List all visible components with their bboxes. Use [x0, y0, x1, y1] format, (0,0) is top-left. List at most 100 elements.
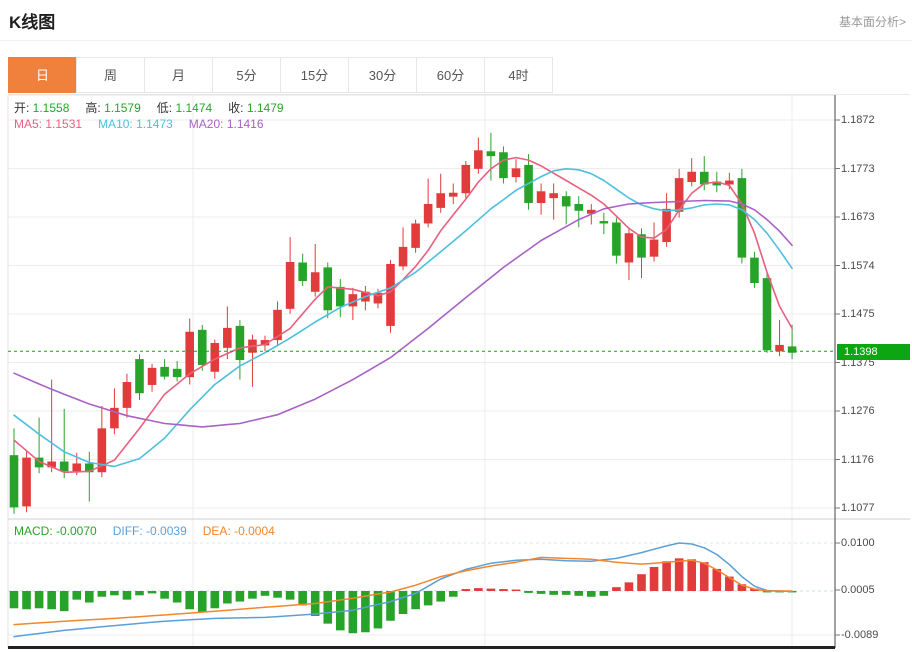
candle-up — [22, 458, 31, 507]
candle-down — [298, 263, 307, 282]
macd-bar-positive — [499, 589, 508, 591]
macd-bar-negative — [98, 591, 107, 597]
macd-bar-positive — [474, 588, 483, 591]
ohlc-row-item-3: 收: 1.1479 — [228, 101, 283, 115]
macd-bar-negative — [399, 591, 408, 614]
macd-bar-positive — [675, 558, 684, 591]
axis-label: -0.0089 — [841, 628, 909, 642]
macd-bar-negative — [261, 591, 270, 596]
candle-up — [286, 262, 295, 309]
macd-bar-negative — [185, 591, 194, 609]
ma-row-item-0: MA5: 1.1531 — [14, 117, 82, 131]
candle-up — [185, 332, 194, 377]
candle-up — [223, 328, 232, 348]
candle-up — [411, 223, 420, 247]
axis-label: 1.1276 — [841, 404, 909, 418]
macd-bar-negative — [248, 591, 257, 599]
candle-up — [72, 463, 81, 471]
ohlc-row-item-0: 开: 1.1558 — [14, 101, 69, 115]
macd-bar-negative — [60, 591, 69, 611]
ohlc-row-item-1: 高: 1.1579 — [85, 101, 140, 115]
macd-bar-negative — [198, 591, 207, 612]
macd-bar-positive — [487, 589, 496, 591]
candle-down — [487, 151, 496, 156]
macd-bar-positive — [687, 559, 696, 591]
macd-bar-positive — [650, 567, 659, 591]
candle-up — [687, 172, 696, 182]
axis-label: 1.1077 — [841, 501, 909, 515]
macd-bar-negative — [123, 591, 132, 600]
candle-up — [449, 193, 458, 197]
macd-bar-positive — [612, 587, 621, 591]
candle-down — [60, 462, 69, 472]
macd-bar-negative — [22, 591, 31, 609]
ma-row-item-2: MA20: 1.1416 — [189, 117, 264, 131]
candle-down — [336, 287, 345, 307]
ma10-line — [14, 169, 792, 467]
macd-bar-negative — [72, 591, 81, 600]
candle-down — [750, 258, 759, 283]
macd-bar-negative — [148, 591, 157, 593]
macd-bar-negative — [85, 591, 94, 603]
candle-up — [462, 165, 471, 193]
candle-down — [788, 346, 797, 352]
axis-label: 0.0005 — [841, 583, 909, 597]
candle-up — [123, 382, 132, 408]
macd-bar-negative — [436, 591, 445, 602]
candle-down — [574, 204, 583, 211]
candle-up — [474, 150, 483, 169]
axis-label: 1.1475 — [841, 307, 909, 321]
axis-label: 1.1872 — [841, 113, 909, 127]
macd-legend: MACD: -0.0070 DIFF: -0.0039 DEA: -0.0004 — [14, 524, 291, 538]
macd-row-item-1: DIFF: -0.0039 — [113, 524, 187, 538]
candle-down — [600, 221, 609, 223]
macd-bar-negative — [10, 591, 19, 608]
candle-down — [499, 152, 508, 178]
candle-up — [512, 168, 521, 177]
ma-legend: MA5: 1.1531 MA10: 1.1473 MA20: 1.1416 — [14, 117, 280, 131]
macd-bar-positive — [512, 590, 521, 591]
axis-label: 1.1574 — [841, 259, 909, 273]
macd-bar-negative — [524, 591, 533, 593]
macd-bar-positive — [700, 562, 709, 591]
axis-label: 1.1773 — [841, 162, 909, 176]
macd-bar-negative — [600, 591, 609, 596]
macd-bar-negative — [298, 591, 307, 605]
axis-label: 0.0100 — [841, 536, 909, 550]
axis-label: 1.1673 — [841, 210, 909, 224]
macd-bar-negative — [587, 591, 596, 597]
macd-row-item-2: DEA: -0.0004 — [203, 524, 275, 538]
macd-bar-positive — [637, 574, 646, 591]
macd-bar-negative — [236, 591, 245, 602]
macd-bar-negative — [160, 591, 169, 599]
candle-up — [775, 345, 784, 351]
kline-chart[interactable] — [0, 0, 912, 652]
macd-bar-negative — [173, 591, 182, 603]
candle-down — [198, 330, 207, 365]
candle-up — [386, 264, 395, 326]
candle-down — [160, 367, 169, 377]
candle-down — [236, 326, 245, 360]
macd-bar-negative — [374, 591, 383, 628]
macd-bar-negative — [110, 591, 119, 595]
ohlc-row-item-2: 低: 1.1474 — [157, 101, 212, 115]
candle-down — [173, 369, 182, 377]
macd-bar-positive — [625, 582, 634, 591]
candle-up — [650, 240, 659, 257]
macd-bar-negative — [286, 591, 295, 600]
ma-row-item-1: MA10: 1.1473 — [98, 117, 173, 131]
candle-down — [135, 359, 144, 393]
candle-down — [10, 455, 19, 507]
macd-bar-positive — [462, 589, 471, 591]
candle-down — [562, 196, 571, 206]
candle-down — [763, 278, 772, 350]
candle-down — [738, 178, 747, 258]
macd-bar-negative — [323, 591, 332, 624]
macd-bar-negative — [424, 591, 433, 605]
macd-row-item-0: MACD: -0.0070 — [14, 524, 97, 538]
macd-bar-negative — [574, 591, 583, 596]
candle-up — [399, 247, 408, 267]
candle-up — [625, 233, 634, 262]
macd-bar-negative — [562, 591, 571, 595]
candle-up — [537, 191, 546, 203]
